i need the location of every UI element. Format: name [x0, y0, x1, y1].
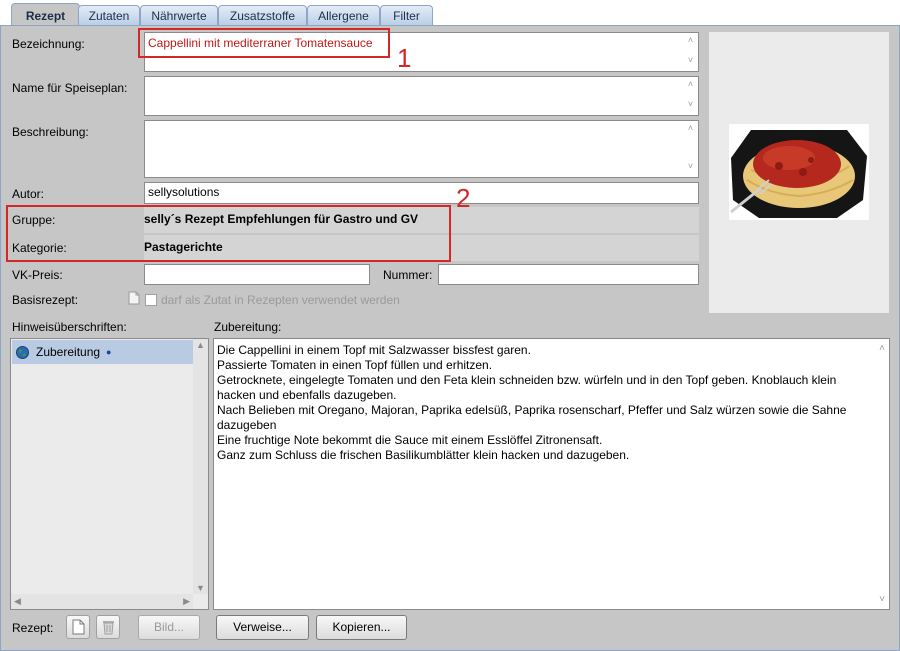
basisrezept-checkbox-label: darf als Zutat in Rezepten verwendet wer…	[161, 293, 400, 307]
bild-button[interactable]: Bild...	[138, 615, 200, 640]
speiseplan-label: Name für Speiseplan:	[12, 81, 128, 95]
autor-label: Autor:	[12, 187, 45, 201]
scroll-down-icon[interactable]: ˅	[685, 55, 696, 65]
scroll-down-icon[interactable]: ▼	[196, 583, 205, 593]
autor-field[interactable]: sellysolutions	[144, 182, 699, 204]
basisrezept-checkbox[interactable]	[145, 294, 157, 306]
list-item-label: Zubereitung	[36, 345, 101, 359]
list-horizontal-scrollbar[interactable]: ◀ ▶	[11, 594, 193, 609]
scroll-up-icon[interactable]: ˄	[685, 35, 696, 45]
verweise-button[interactable]: Verweise...	[216, 615, 309, 640]
speiseplan-field[interactable]: ˄ ˅	[144, 76, 699, 116]
zubereitung-line: Eine fruchtige Note bekommt die Sauce mi…	[217, 433, 603, 447]
basisrezept-label: Basisrezept:	[12, 293, 79, 307]
list-vertical-scrollbar[interactable]: ▲ ▼	[193, 339, 208, 594]
nummer-input[interactable]	[438, 264, 699, 285]
tab-allergene[interactable]: Allergene	[307, 5, 380, 26]
beschreibung-label: Beschreibung:	[12, 125, 89, 139]
hinweis-list[interactable]: Zubereitung ● ▲ ▼ ◀ ▶	[10, 338, 209, 610]
vkpreis-input[interactable]	[144, 264, 370, 285]
nummer-label: Nummer:	[383, 268, 433, 282]
callout-2: 2	[456, 183, 471, 213]
zubereitung-label: Zubereitung:	[214, 320, 282, 334]
scroll-right-icon[interactable]: ▶	[183, 596, 190, 607]
callout-1: 1	[397, 43, 412, 73]
hinweis-label: Hinweisüberschriften:	[12, 320, 127, 334]
tab-bar: Rezept Zutaten Nährwerte Zusatzstoffe Al…	[0, 0, 900, 27]
zubereitung-line: Passierte Tomaten in einen Topf füllen u…	[217, 358, 493, 372]
zubereitung-line: Getrocknete, eingelegte Tomaten und den …	[217, 373, 840, 402]
scroll-down-icon[interactable]: ˅	[685, 161, 696, 171]
rezept-label: Rezept:	[12, 621, 54, 635]
tab-filter[interactable]: Filter	[380, 5, 433, 26]
tab-naehrwerte[interactable]: Nährwerte	[140, 5, 218, 26]
zubereitung-line: Die Cappellini in einem Topf mit Salzwas…	[217, 343, 531, 357]
new-recipe-button[interactable]	[66, 615, 90, 639]
document-icon	[128, 291, 140, 305]
scroll-left-icon[interactable]: ◀	[14, 596, 21, 607]
tab-zutaten[interactable]: Zutaten	[78, 5, 140, 26]
zubereitung-line: Ganz zum Schluss die frischen Basilikumb…	[217, 448, 630, 462]
scroll-up-icon[interactable]: ˄	[685, 79, 696, 89]
scroll-down-icon[interactable]: ˅	[879, 592, 885, 607]
highlight-box-2	[6, 205, 451, 262]
delete-recipe-button[interactable]	[96, 615, 120, 639]
scroll-down-icon[interactable]: ˅	[685, 99, 696, 109]
tab-rezept[interactable]: Rezept	[11, 3, 80, 27]
trash-icon	[103, 621, 114, 635]
bullet-dot-icon: ●	[106, 347, 112, 357]
zubereitung-line: Nach Belieben mit Oregano, Majoran, Papr…	[217, 403, 850, 432]
recipe-image-box	[709, 32, 889, 313]
tab-zusatzstoffe[interactable]: Zusatzstoffe	[218, 5, 307, 26]
scroll-up-icon[interactable]: ▲	[196, 340, 205, 350]
globe-icon	[16, 346, 29, 359]
scroll-up-icon[interactable]: ˄	[879, 341, 885, 356]
beschreibung-field[interactable]: ˄ ˅	[144, 120, 699, 178]
new-document-icon	[72, 619, 85, 635]
scroll-up-icon[interactable]: ˄	[685, 123, 696, 133]
kopieren-button[interactable]: Kopieren...	[316, 615, 407, 640]
vkpreis-label: VK-Preis:	[12, 268, 63, 282]
bezeichnung-label: Bezeichnung:	[12, 37, 85, 51]
pasta-dish-image	[729, 124, 869, 220]
list-item[interactable]: Zubereitung ●	[12, 340, 193, 364]
zubereitung-textarea[interactable]: Die Cappellini in einem Topf mit Salzwas…	[213, 338, 890, 610]
highlight-box-1	[138, 28, 390, 58]
